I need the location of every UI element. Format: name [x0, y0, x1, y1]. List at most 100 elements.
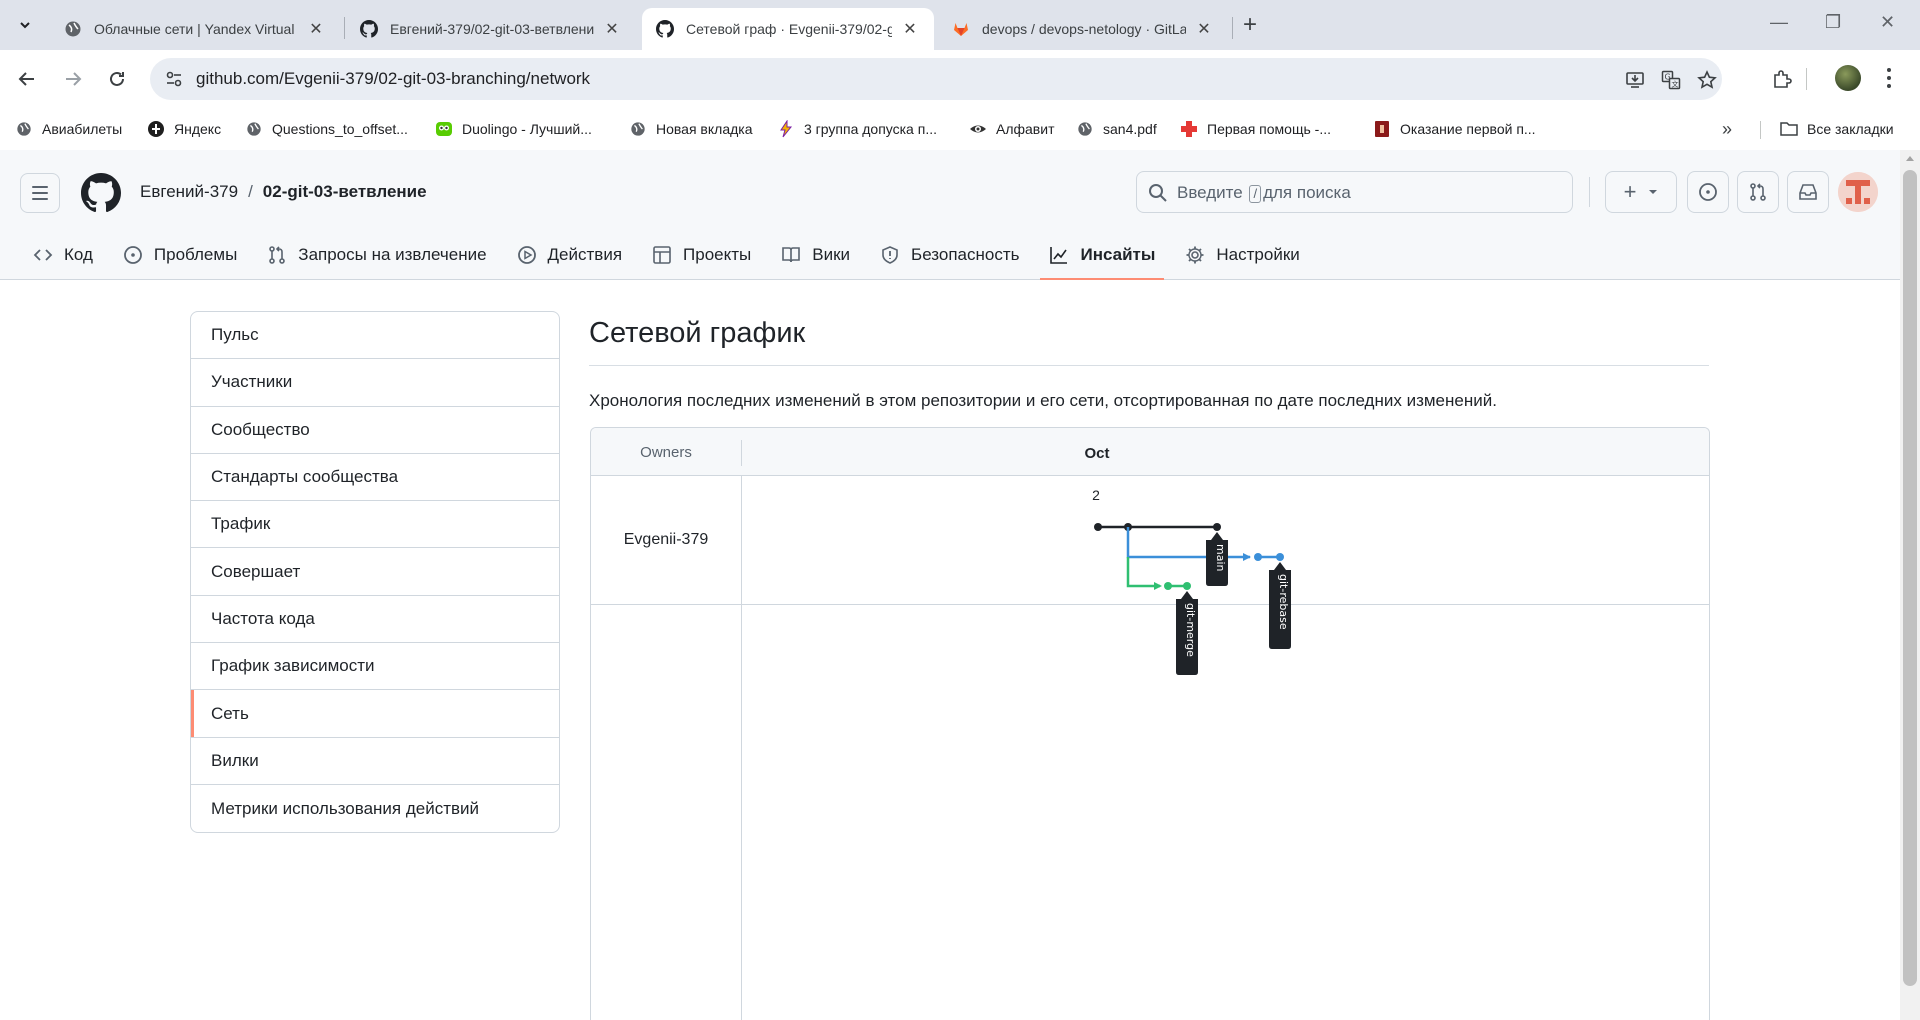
tab-actions[interactable]: Действия	[508, 234, 631, 276]
bookmark-item[interactable]: Оказание первой п...	[1373, 117, 1536, 141]
translate-icon[interactable]: G文	[1660, 69, 1682, 91]
restore-icon[interactable]: ❐	[1825, 12, 1841, 33]
sidebar-item-label: Совершает	[211, 561, 301, 581]
browser-tab-github-repo[interactable]: Евгений-379/02-git-03-ветвление ✕	[346, 8, 636, 50]
bookmark-item[interactable]: san4.pdf	[1076, 117, 1157, 141]
close-icon[interactable]: ✕	[306, 19, 326, 39]
commit-dot[interactable]	[1164, 582, 1172, 590]
url-text: github.com/Evgenii-379/02-git-03-branchi…	[196, 69, 591, 88]
inbox-button[interactable]	[1787, 171, 1829, 213]
all-bookmarks-button[interactable]: Все закладки	[1780, 117, 1894, 141]
browser-menu-icon[interactable]	[1884, 65, 1894, 91]
bookmark-item[interactable]: Яндекс	[147, 117, 221, 141]
search-input[interactable]: Введите / для поиска	[1136, 171, 1573, 213]
browser-tab-gitlab[interactable]: devops / devops-netology · GitLab ✕	[938, 8, 1228, 50]
bookmark-label: Questions_to_offset...	[272, 121, 408, 137]
sidebar-item-community-standards[interactable]: Стандарты сообщества	[191, 454, 559, 502]
extensions-icon[interactable]	[1769, 66, 1795, 92]
minimize-icon[interactable]: —	[1770, 12, 1788, 33]
page-scrollbar[interactable]	[1900, 150, 1920, 1020]
sidebar-item-label: Трафик	[211, 514, 271, 534]
bookmark-item[interactable]: Первая помощь -...	[1180, 117, 1331, 141]
close-icon[interactable]: ✕	[602, 19, 622, 39]
scroll-up-arrow-icon[interactable]	[1906, 156, 1914, 161]
tab-wiki[interactable]: Вики	[772, 234, 859, 276]
back-button[interactable]	[14, 66, 40, 92]
address-bar[interactable]: github.com/Evgenii-379/02-git-03-branchi…	[150, 58, 1722, 100]
tab-insights[interactable]: Инсайты	[1040, 234, 1165, 280]
tab-separator	[1232, 17, 1233, 39]
sidebar-item-contributors[interactable]: Участники	[191, 359, 559, 407]
commit-dot[interactable]	[1254, 553, 1262, 561]
commit-dot[interactable]	[1183, 582, 1191, 590]
tab-separator	[344, 17, 345, 39]
repo-owner-link[interactable]: Евгений-379	[140, 182, 238, 202]
sidebar-item-network[interactable]: Сеть	[191, 690, 559, 738]
branch-label-git-merge[interactable]: git-merge	[1176, 591, 1198, 675]
github-icon	[360, 20, 378, 38]
commit-dot[interactable]	[1094, 523, 1102, 531]
open-global-nav-button[interactable]	[20, 173, 60, 213]
sidebar-item-dependency-graph[interactable]: График зависимости	[191, 643, 559, 691]
forward-button[interactable]	[60, 66, 86, 92]
tab-projects[interactable]: Проекты	[643, 234, 760, 276]
bookmark-label: Первая помощь -...	[1207, 121, 1331, 137]
commit-dot[interactable]	[1276, 553, 1284, 561]
sidebar-item-community[interactable]: Сообщество	[191, 407, 559, 454]
bookmark-item[interactable]: Авиабилеты	[15, 117, 122, 141]
network-graph-canvas[interactable]: Oct 2 main git-rebase git-merge	[742, 428, 1710, 1020]
page-title: Сетевой график	[589, 317, 806, 349]
tab-label: Проблемы	[153, 245, 238, 264]
close-icon[interactable]: ✕	[900, 19, 920, 39]
tab-settings[interactable]: Настройки	[1176, 234, 1308, 276]
bookmarks-bar: Авиабилеты Яндекс Questions_to_offset...…	[0, 108, 1920, 150]
bookmark-star-icon[interactable]	[1696, 69, 1718, 91]
sidebar-item-traffic[interactable]: Трафик	[191, 501, 559, 549]
commit-dot[interactable]	[1213, 523, 1221, 531]
browser-tab-yandex-cloud[interactable]: Облачные сети | Yandex Virtual ✕	[50, 8, 340, 50]
gear-icon	[1185, 245, 1205, 265]
more-bookmarks-icon[interactable]: »	[1722, 119, 1732, 140]
repo-name-link[interactable]: 02-git-03-ветвление	[263, 182, 427, 202]
arrow-left-icon	[18, 72, 34, 86]
scrollbar-thumb[interactable]	[1903, 170, 1917, 986]
branch-label-git-rebase[interactable]: git-rebase	[1269, 562, 1291, 649]
install-app-icon[interactable]	[1624, 69, 1646, 91]
tab-pull-requests[interactable]: Запросы на извлечение	[258, 234, 495, 276]
sidebar-item-pulse[interactable]: Пульс	[191, 312, 559, 360]
bookmark-item[interactable]: Новая вкладка	[629, 117, 753, 141]
tab-code[interactable]: Код	[24, 234, 102, 276]
pull-requests-button[interactable]	[1737, 171, 1779, 213]
create-new-button[interactable]: +	[1605, 171, 1677, 213]
bookmark-label: Яндекс	[174, 121, 222, 137]
new-tab-button[interactable]: +	[1243, 12, 1257, 38]
sidebar-item-label: График зависимости	[211, 656, 375, 676]
site-settings-icon[interactable]	[164, 69, 184, 89]
bookmark-item[interactable]: 3 группа допуска п...	[777, 117, 937, 141]
sidebar-item-forks[interactable]: Вилки	[191, 738, 559, 785]
browser-tab-network-graph[interactable]: Сетевой граф · Evgenii-379/02-git ✕	[642, 8, 934, 50]
user-avatar[interactable]	[1838, 172, 1878, 212]
tab-issues[interactable]: Проблемы	[114, 234, 246, 276]
profile-avatar[interactable]	[1835, 65, 1861, 91]
sidebar-item-actions-usage-metrics[interactable]: Метрики использования действий	[191, 785, 559, 832]
close-window-icon[interactable]: ✕	[1880, 12, 1895, 33]
branch-arrow	[1154, 582, 1162, 590]
reload-button[interactable]	[104, 66, 130, 92]
branch-label-main[interactable]: main	[1206, 532, 1228, 586]
close-icon[interactable]: ✕	[1194, 19, 1214, 39]
issue-opened-icon	[123, 245, 143, 265]
sidebar-item-code-frequency[interactable]: Частота кода	[191, 596, 559, 644]
play-icon	[517, 245, 537, 265]
branch-main	[1094, 523, 1221, 531]
bookmark-item[interactable]: Алфавит	[969, 117, 1054, 141]
search-placeholder-start: Введите	[1177, 183, 1243, 202]
tab-search-button[interactable]	[10, 10, 40, 40]
tab-security[interactable]: Безопасность	[871, 234, 1028, 276]
github-logo-icon[interactable]	[81, 173, 121, 213]
issues-button[interactable]	[1687, 171, 1729, 213]
sidebar-item-label: Пульс	[211, 325, 259, 345]
bookmark-item[interactable]: Questions_to_offset...	[245, 117, 408, 141]
sidebar-item-commits[interactable]: Совершает	[191, 548, 559, 596]
bookmark-item[interactable]: Duolingo - Лучший...	[435, 117, 592, 141]
